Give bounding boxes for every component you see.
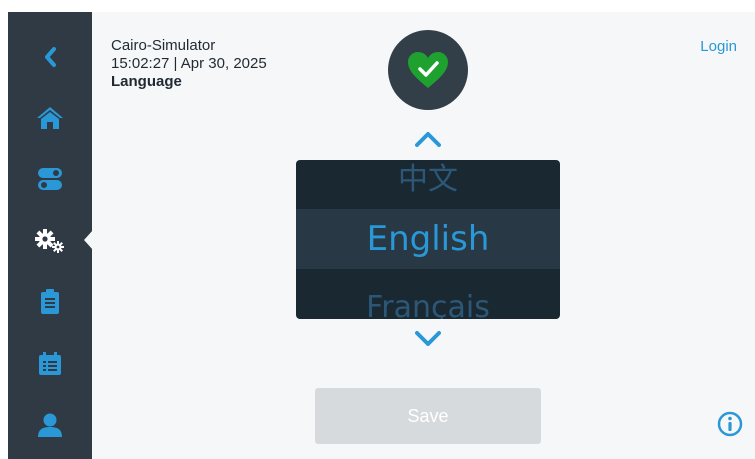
home-icon	[37, 107, 63, 129]
gears-icon	[35, 229, 64, 253]
clipboard-icon	[41, 289, 59, 314]
back-button[interactable]	[8, 35, 92, 79]
header-info: Cairo-Simulator 15:02:27 | Apr 30, 2025 …	[111, 37, 267, 91]
language-option-selected[interactable]: English	[296, 209, 560, 269]
device-name: Cairo-Simulator	[111, 37, 216, 54]
sidebar	[8, 12, 92, 459]
language-option-next[interactable]: Français	[296, 278, 560, 319]
language-picker[interactable]: 中文 English Français	[296, 160, 560, 319]
back-chevron-icon	[45, 47, 56, 67]
sidebar-item-controls[interactable]	[8, 157, 92, 201]
sidebar-item-user[interactable]	[8, 403, 92, 447]
screen: Cairo-Simulator 15:02:27 | Apr 30, 2025 …	[8, 12, 755, 459]
heart-check-icon	[408, 52, 448, 88]
user-icon	[38, 413, 62, 437]
language-option-previous[interactable]: 中文	[296, 160, 560, 208]
sidebar-item-schedule[interactable]	[8, 342, 92, 386]
sidebar-item-settings[interactable]	[8, 219, 92, 263]
info-icon[interactable]	[717, 411, 743, 437]
datetime: 15:02:27 | Apr 30, 2025	[111, 55, 267, 72]
sidebar-item-home[interactable]	[8, 96, 92, 140]
sidebar-item-log[interactable]	[8, 280, 92, 324]
status-indicator[interactable]	[388, 30, 468, 110]
selected-indicator	[84, 230, 93, 250]
page-title: Language	[111, 73, 182, 90]
scroll-up-chevron-icon[interactable]	[413, 130, 443, 148]
login-link[interactable]: Login	[700, 38, 737, 55]
toggle-switches-icon	[38, 168, 62, 190]
save-button[interactable]: Save	[315, 388, 541, 444]
scroll-down-chevron-icon[interactable]	[413, 330, 443, 348]
calendar-list-icon	[39, 352, 61, 375]
